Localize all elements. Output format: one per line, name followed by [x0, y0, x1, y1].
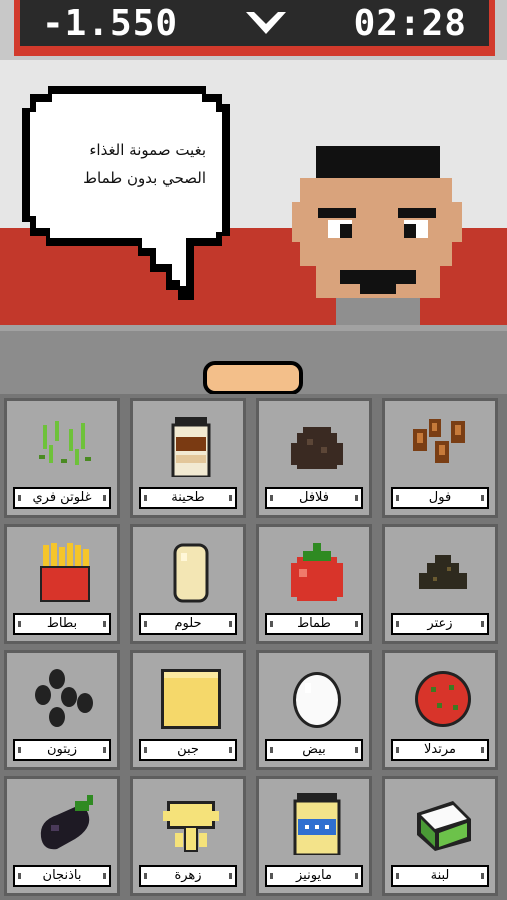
ingredient-label: باذنجان: [13, 865, 111, 887]
ingredient-label: مايونيز: [265, 865, 363, 887]
gluten-free-sprouts-icon: [35, 415, 95, 477]
mortadella-icon: [413, 667, 473, 729]
cheese-icon: [161, 667, 221, 729]
ingredient-tile-cheese[interactable]: جبن: [130, 650, 246, 770]
ingredient-label: فول: [391, 487, 489, 509]
cauliflower-icon: [161, 793, 221, 855]
ingredient-label: زعتر: [391, 613, 489, 635]
ingredient-label: بطاط: [13, 613, 111, 635]
ingredient-tile-mortadella[interactable]: مرتدلا: [382, 650, 498, 770]
ingredient-label: زهرة: [139, 865, 237, 887]
customer-face-icon: [288, 146, 468, 325]
ingredient-grid: فول فلافل طحينة غلوتن فري زعتر طماط حلوم…: [0, 394, 507, 900]
halloumi-icon: [161, 541, 221, 603]
ingredient-label: مرتدلا: [391, 739, 489, 761]
ingredient-tile-tahini[interactable]: طحينة: [130, 398, 246, 518]
egg-icon: [287, 667, 347, 729]
speech-text: بغيت صمونة الغذاء الصحي بدون طماط: [38, 136, 206, 212]
fries-icon: [35, 541, 95, 603]
ingredient-tile-olives[interactable]: زيتون: [4, 650, 120, 770]
falafel-icon: [287, 415, 347, 477]
speech-bubble: بغيت صمونة الغذاء الصحي بدون طماط: [18, 86, 248, 310]
ingredient-tile-falafel[interactable]: فلافل: [256, 398, 372, 518]
fava-beans-icon: [413, 415, 473, 477]
timer-display: 02:28: [353, 2, 467, 44]
tahini-jar-icon: [161, 415, 221, 479]
speech-line-1: بغيت صمونة الغذاء: [89, 141, 206, 159]
hud-panel: -1.550 02:28: [20, 0, 489, 46]
mayonnaise-icon: [287, 793, 347, 857]
ingredient-label: بيض: [265, 739, 363, 761]
hud-frame: -1.550 02:28: [14, 0, 495, 56]
menu-chevron-icon[interactable]: [244, 8, 288, 38]
tomato-icon: [287, 541, 347, 603]
eggplant-icon: [35, 793, 95, 855]
speech-line-2: الصحي بدون طماط: [83, 169, 206, 187]
labneh-icon: [413, 793, 473, 855]
sandwich-bread-icon[interactable]: [203, 361, 303, 395]
ingredient-label: غلوتن فري: [13, 487, 111, 509]
ingredient-label: طحينة: [139, 487, 237, 509]
customer-scene: بغيت صمونة الغذاء الصحي بدون طماط: [0, 60, 507, 325]
olives-icon: [35, 667, 95, 729]
ingredient-tile-tomato[interactable]: طماط: [256, 524, 372, 644]
ingredient-label: لبنة: [391, 865, 489, 887]
ingredient-tile-cauliflower[interactable]: زهرة: [130, 776, 246, 896]
ingredient-tile-halloumi[interactable]: حلوم: [130, 524, 246, 644]
ingredient-label: طماط: [265, 613, 363, 635]
ingredient-tile-eggplant[interactable]: باذنجان: [4, 776, 120, 896]
counter: [0, 325, 507, 400]
ingredient-label: زيتون: [13, 739, 111, 761]
ingredient-tile-gluten-free[interactable]: غلوتن فري: [4, 398, 120, 518]
ingredient-label: حلوم: [139, 613, 237, 635]
ingredient-tile-labneh[interactable]: لبنة: [382, 776, 498, 896]
ingredient-label: فلافل: [265, 487, 363, 509]
zaatar-icon: [413, 541, 473, 603]
top-bar: -1.550 02:28: [0, 0, 507, 60]
ingredient-tile-zaatar[interactable]: زعتر: [382, 524, 498, 644]
score-display: -1.550: [42, 2, 179, 44]
ingredient-tile-egg[interactable]: بيض: [256, 650, 372, 770]
ingredient-label: جبن: [139, 739, 237, 761]
ingredient-tile-fries[interactable]: بطاط: [4, 524, 120, 644]
ingredient-tile-fava-beans[interactable]: فول: [382, 398, 498, 518]
ingredient-tile-mayonnaise[interactable]: مايونيز: [256, 776, 372, 896]
